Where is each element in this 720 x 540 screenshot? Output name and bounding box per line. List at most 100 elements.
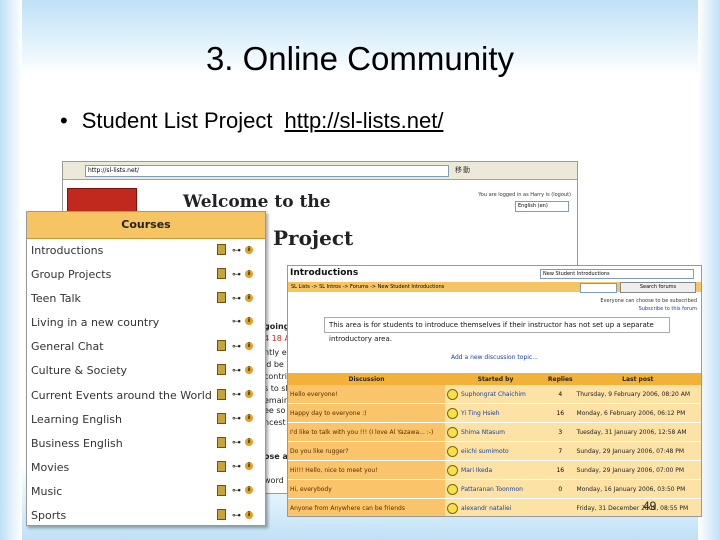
jump-to-select[interactable]: New Student Introductions bbox=[540, 269, 694, 279]
document-icon[interactable] bbox=[217, 268, 226, 280]
course-label[interactable]: Business English bbox=[31, 437, 123, 450]
info-icon[interactable]: i bbox=[245, 245, 253, 254]
replies-cell[interactable]: 16 bbox=[545, 460, 575, 480]
key-icon[interactable]: ⊶ bbox=[232, 486, 241, 496]
info-icon[interactable]: i bbox=[245, 510, 253, 519]
go-button[interactable]: 移動 bbox=[455, 165, 471, 175]
key-icon[interactable]: ⊶ bbox=[232, 511, 241, 521]
course-label[interactable]: Music bbox=[31, 485, 62, 498]
course-label[interactable]: General Chat bbox=[31, 340, 104, 353]
author-name[interactable]: alexandr nataliei bbox=[461, 505, 511, 512]
document-icon[interactable] bbox=[217, 412, 226, 424]
course-item[interactable]: Music ⊶ i bbox=[27, 480, 265, 504]
course-item[interactable]: Teen Talk ⊶ i bbox=[27, 287, 265, 311]
discussion-link[interactable]: I'd like to talk with you !!! (I love Al… bbox=[288, 422, 446, 442]
key-icon[interactable]: ⊶ bbox=[232, 462, 241, 472]
info-icon[interactable]: i bbox=[245, 365, 253, 374]
author-name[interactable]: Shima Ntasum bbox=[461, 429, 505, 436]
info-icon[interactable]: i bbox=[245, 390, 253, 399]
course-item[interactable]: Movies ⊶ i bbox=[27, 456, 265, 480]
info-icon[interactable]: i bbox=[245, 341, 253, 350]
discussion-link[interactable]: Anyone from Anywhere can be friends bbox=[288, 498, 446, 516]
course-item[interactable]: Sports ⊶ i bbox=[27, 504, 265, 528]
course-item[interactable]: General Chat ⊶ i bbox=[27, 335, 265, 359]
started-by-cell[interactable]: Pattaranan Toonmon bbox=[445, 479, 546, 499]
replies-cell[interactable]: 3 bbox=[545, 422, 575, 442]
author-name[interactable]: Yi Ting Hsieh bbox=[461, 410, 500, 417]
author-name[interactable]: Suphongrat Chaichim bbox=[461, 391, 526, 398]
info-icon[interactable]: i bbox=[245, 269, 253, 278]
started-by-cell[interactable]: Shima Ntasum bbox=[445, 422, 546, 442]
key-icon[interactable]: ⊶ bbox=[232, 246, 241, 256]
search-forums-input[interactable] bbox=[580, 283, 617, 293]
course-item[interactable]: Group Projects ⊶ i bbox=[27, 263, 265, 287]
document-icon[interactable] bbox=[217, 292, 226, 304]
course-label[interactable]: Living in a new country bbox=[31, 316, 159, 329]
discussion-link[interactable]: Hi!!! Hello, nice to meet you! bbox=[288, 460, 446, 480]
started-by-cell[interactable]: eiichi sumimoto bbox=[445, 441, 546, 461]
course-item[interactable]: Business English ⊶ i bbox=[27, 432, 265, 456]
started-by-cell[interactable]: Yi Ting Hsieh bbox=[445, 403, 546, 423]
language-select[interactable]: English (en) bbox=[515, 201, 569, 212]
project-link[interactable]: http://sl-lists.net/ bbox=[284, 108, 443, 133]
document-icon[interactable] bbox=[217, 388, 226, 400]
course-label[interactable]: Group Projects bbox=[31, 268, 111, 281]
course-label[interactable]: Learning English bbox=[31, 413, 122, 426]
info-icon[interactable]: i bbox=[245, 486, 253, 495]
discussion-link[interactable]: Do you like rugger? bbox=[288, 441, 446, 461]
document-icon[interactable] bbox=[217, 244, 226, 255]
author-name[interactable]: Mari Ikeda bbox=[461, 467, 492, 474]
subscribe-link[interactable]: Subscribe to this forum bbox=[600, 305, 697, 313]
replies-cell[interactable]: 4 bbox=[545, 385, 575, 404]
started-by-cell[interactable]: Suphongrat Chaichim bbox=[445, 385, 546, 404]
replies-cell[interactable]: 16 bbox=[545, 403, 575, 423]
author-name[interactable]: Pattaranan Toonmon bbox=[461, 486, 523, 493]
col-last-post[interactable]: Last post bbox=[574, 373, 701, 385]
document-icon[interactable] bbox=[217, 484, 226, 496]
info-icon[interactable]: i bbox=[245, 438, 253, 447]
key-icon[interactable]: ⊶ bbox=[232, 414, 241, 424]
course-item[interactable]: Introductions ⊶ i bbox=[27, 239, 265, 263]
key-icon[interactable]: ⊶ bbox=[232, 438, 241, 448]
document-icon[interactable] bbox=[217, 340, 226, 352]
key-icon[interactable]: ⊶ bbox=[232, 366, 241, 376]
replies-cell[interactable] bbox=[545, 498, 575, 516]
started-by-cell[interactable]: Mari Ikeda bbox=[445, 460, 546, 480]
address-field[interactable]: http://sl-lists.net/ bbox=[85, 165, 449, 177]
course-label[interactable]: Introductions bbox=[31, 244, 103, 257]
key-icon[interactable]: ⊶ bbox=[232, 317, 241, 327]
course-label[interactable]: Current Events around the World bbox=[31, 389, 212, 402]
document-icon[interactable] bbox=[217, 436, 226, 448]
started-by-cell[interactable]: alexandr nataliei bbox=[445, 498, 546, 516]
course-label[interactable]: Sports bbox=[31, 509, 66, 522]
course-label[interactable]: Movies bbox=[31, 461, 69, 474]
document-icon[interactable] bbox=[217, 364, 226, 376]
key-icon[interactable]: ⊶ bbox=[232, 270, 241, 280]
discussion-link[interactable]: Hello everyone! bbox=[288, 385, 446, 404]
replies-cell[interactable]: 7 bbox=[545, 441, 575, 461]
search-forums-button[interactable]: Search forums bbox=[620, 282, 696, 293]
info-icon[interactable]: i bbox=[245, 462, 253, 471]
author-name[interactable]: eiichi sumimoto bbox=[461, 448, 509, 455]
key-icon[interactable]: ⊶ bbox=[232, 294, 241, 304]
info-icon[interactable]: i bbox=[245, 414, 253, 423]
course-item[interactable]: Living in a new country ⊶ i bbox=[27, 311, 265, 335]
col-replies[interactable]: Replies bbox=[545, 373, 575, 385]
course-item[interactable]: Learning English ⊶ i bbox=[27, 408, 265, 432]
course-label[interactable]: Teen Talk bbox=[31, 292, 81, 305]
col-discussion[interactable]: Discussion bbox=[288, 373, 446, 385]
key-icon[interactable]: ⊶ bbox=[232, 342, 241, 352]
col-started-by[interactable]: Started by bbox=[445, 373, 546, 385]
document-icon[interactable] bbox=[217, 460, 226, 472]
course-item[interactable]: Current Events around the World ⊶ i bbox=[27, 384, 265, 408]
key-icon[interactable]: ⊶ bbox=[232, 390, 241, 400]
document-icon[interactable] bbox=[217, 509, 226, 521]
replies-cell[interactable]: 0 bbox=[545, 479, 575, 499]
course-label[interactable]: Culture & Society bbox=[31, 364, 127, 377]
info-icon[interactable]: i bbox=[245, 293, 253, 302]
discussion-link[interactable]: Happy day to everyone :) bbox=[288, 403, 446, 423]
course-item[interactable]: Culture & Society ⊶ i bbox=[27, 359, 265, 383]
info-icon[interactable]: i bbox=[245, 317, 253, 326]
discussion-link[interactable]: Hi, everybody bbox=[288, 479, 446, 499]
add-discussion-link[interactable]: Add a new discussion topic... bbox=[451, 354, 538, 361]
